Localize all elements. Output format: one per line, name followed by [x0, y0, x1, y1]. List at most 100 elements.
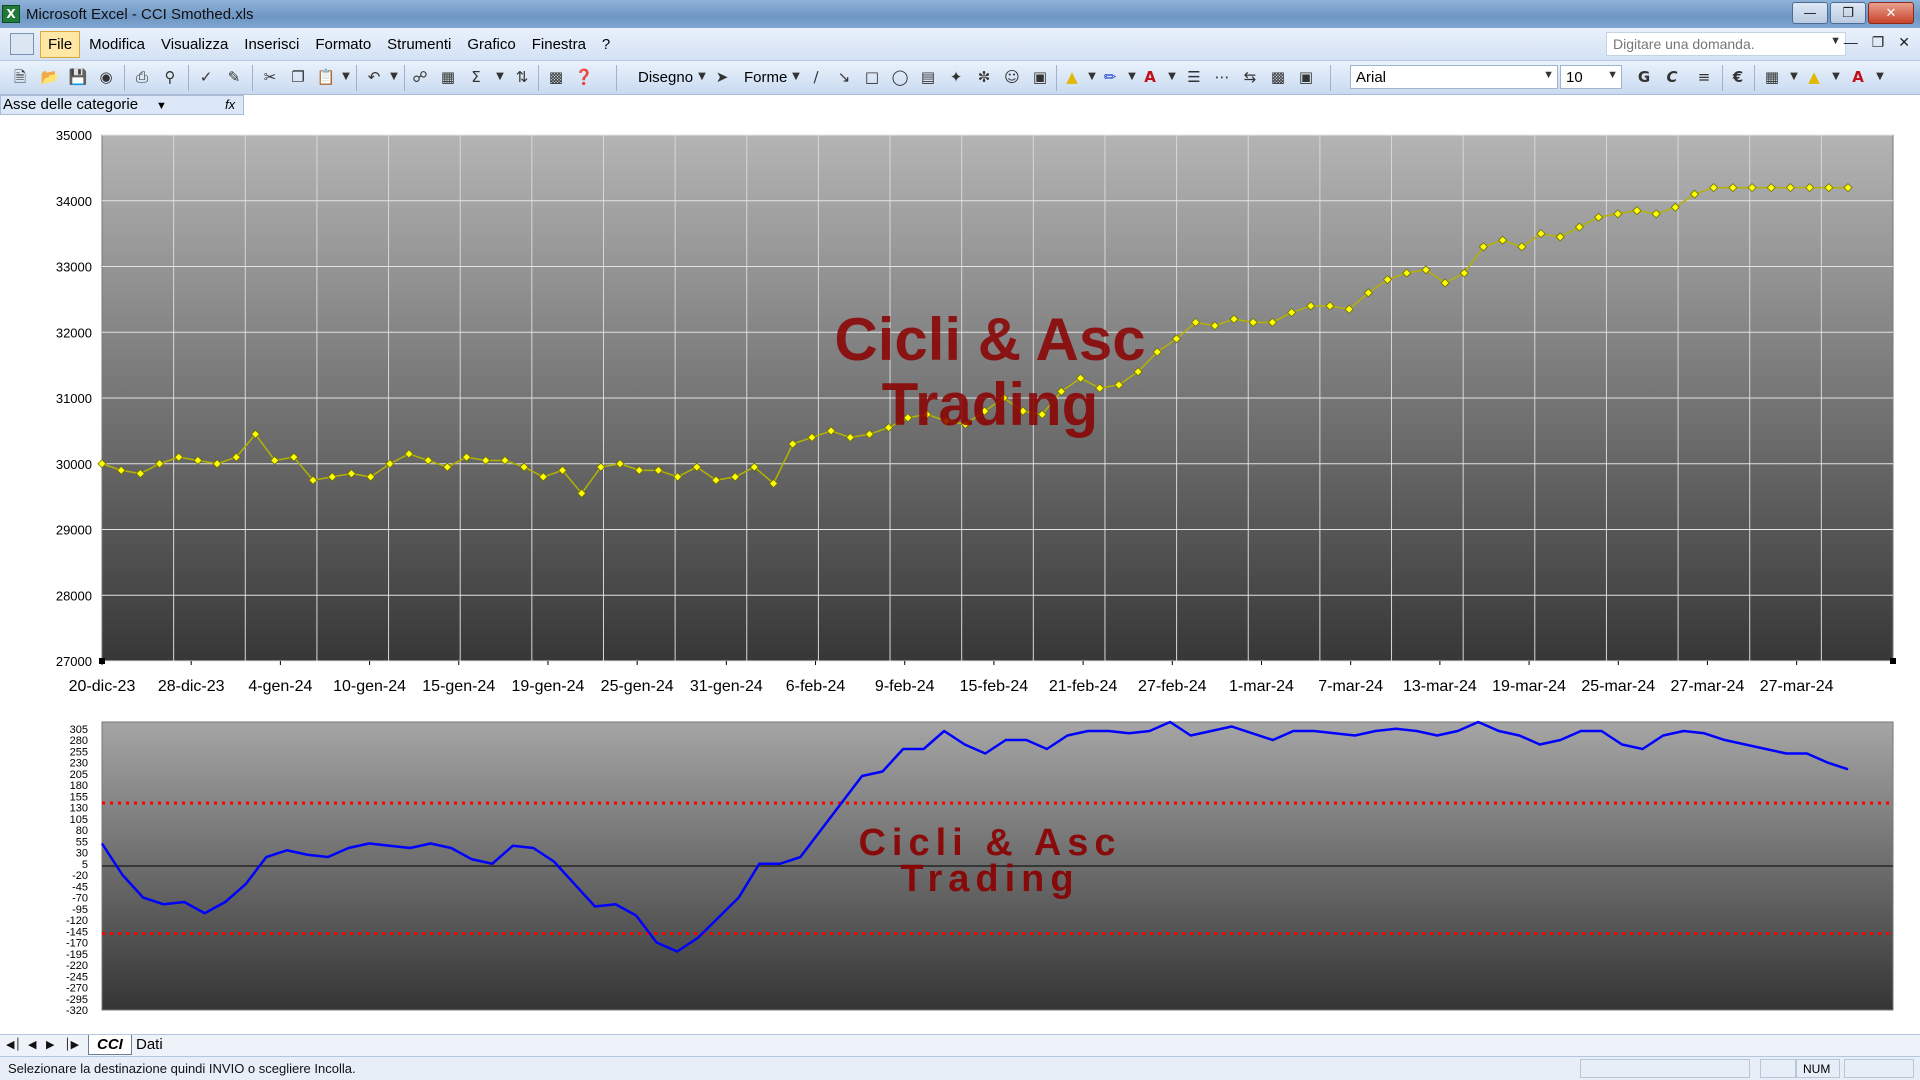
doc-restore-icon[interactable]: ❐: [1872, 34, 1885, 51]
select-pointer-icon[interactable]: ➤: [712, 67, 732, 87]
menu-formato[interactable]: Formato: [308, 32, 378, 57]
align-icon[interactable]: ≡: [1694, 67, 1714, 87]
borders-icon[interactable]: ▦: [1762, 67, 1782, 87]
bold-button[interactable]: G: [1634, 67, 1654, 87]
print-preview-icon[interactable]: ⚲: [160, 67, 180, 87]
y-tick-label: 155: [70, 791, 88, 803]
sheet-tab-cci[interactable]: CCI: [88, 1035, 132, 1055]
rectangle-icon[interactable]: □: [862, 67, 882, 87]
next-sheet-icon[interactable]: ▶: [46, 1038, 54, 1051]
chart-icon[interactable]: ▦: [438, 67, 458, 87]
line-color-icon[interactable]: ✏: [1100, 67, 1120, 87]
italic-button[interactable]: C: [1662, 67, 1682, 87]
permission-icon[interactable]: ◉: [96, 67, 116, 87]
doc-close-icon[interactable]: ✕: [1898, 34, 1910, 51]
chevron-down-icon[interactable]: ▼: [1543, 69, 1554, 81]
fill-color-icon[interactable]: ▲: [1804, 67, 1824, 87]
fill-color-icon[interactable]: ▲: [1062, 67, 1082, 87]
ask-question-input[interactable]: Digitare una domanda. ▼: [1606, 32, 1846, 56]
chevron-down-icon[interactable]: ▼: [1607, 69, 1618, 81]
chart-sheet[interactable]: 35000 34000 33000 32000 31000 30000 29000 28000…: [0, 115, 1920, 1035]
menu-strumenti[interactable]: Strumenti: [380, 32, 458, 57]
last-sheet-icon[interactable]: │▶: [64, 1038, 79, 1051]
help-icon[interactable]: ❓: [574, 67, 594, 87]
first-sheet-icon[interactable]: ◀│: [6, 1038, 21, 1051]
price-chart[interactable]: 35000 34000 33000 32000 31000 30000 29000 28000…: [56, 128, 1896, 695]
doc-minimize-icon[interactable]: —: [1844, 34, 1858, 51]
draw-menu-label[interactable]: Disegno: [638, 69, 693, 86]
chevron-down-icon[interactable]: ▼: [490, 67, 510, 87]
save-icon[interactable]: 💾: [68, 67, 88, 87]
dash-style-icon[interactable]: ⋯: [1212, 67, 1232, 87]
chevron-down-icon[interactable]: ▼: [1826, 67, 1846, 87]
excel-icon[interactable]: X: [2, 5, 20, 23]
chevron-down-icon[interactable]: ▼: [1870, 67, 1890, 87]
menu-inserisci[interactable]: Inserisci: [237, 32, 306, 57]
font-color-icon[interactable]: A: [1848, 67, 1868, 87]
sheet-tab-dati[interactable]: Dati: [128, 1035, 171, 1055]
chevron-down-icon[interactable]: ▼: [336, 67, 356, 87]
research-icon[interactable]: ✎: [224, 67, 244, 87]
y-tick-label: -95: [72, 904, 88, 916]
new-icon[interactable]: 🗎: [10, 67, 30, 87]
restore-icon[interactable]: ❐: [1830, 2, 1866, 24]
menu-finestra[interactable]: Finestra: [525, 32, 593, 57]
hyperlink-icon[interactable]: ☍: [410, 67, 430, 87]
document-icon[interactable]: [10, 33, 34, 55]
shapes-menu-label[interactable]: Forme: [744, 69, 787, 86]
print-icon[interactable]: ⎙: [132, 67, 152, 87]
cci-chart[interactable]: 3052802552302051801551301058055305-20-45…: [66, 720, 1894, 1017]
menu-visualizza[interactable]: Visualizza: [154, 32, 235, 57]
spelling-icon[interactable]: ✓: [196, 67, 216, 87]
line-icon[interactable]: ∕: [806, 67, 826, 87]
menu-help[interactable]: ?: [595, 32, 617, 57]
chevron-down-icon[interactable]: ▼: [156, 97, 167, 115]
line-style-icon[interactable]: ☰: [1184, 67, 1204, 87]
prev-sheet-icon[interactable]: ◀: [28, 1038, 36, 1051]
oval-icon[interactable]: ◯: [890, 67, 910, 87]
copy-icon[interactable]: ❐: [288, 67, 308, 87]
wordart-icon[interactable]: ✦: [946, 67, 966, 87]
menu-file[interactable]: File: [40, 30, 81, 58]
font-color-icon[interactable]: A: [1140, 67, 1160, 87]
autosum-icon[interactable]: Σ: [466, 67, 486, 87]
chart-canvas[interactable]: 35000 34000 33000 32000 31000 30000 29000 28000…: [0, 115, 1920, 1035]
sort-icon[interactable]: ⇅: [512, 67, 532, 87]
textbox-icon[interactable]: ▤: [918, 67, 938, 87]
font-name-select[interactable]: Arial ▼: [1350, 65, 1558, 89]
arrow-style-icon[interactable]: ⇆: [1240, 67, 1260, 87]
x-tick-label: 7-mar-24: [1318, 678, 1383, 695]
chevron-down-icon[interactable]: ▼: [1162, 67, 1182, 87]
chevron-down-icon[interactable]: ▼: [384, 67, 404, 87]
status-cell: [1760, 1059, 1796, 1078]
chart-wizard-icon[interactable]: ▩: [546, 67, 566, 87]
y-tick-label: 280: [70, 735, 88, 747]
chevron-down-icon[interactable]: ▼: [1082, 67, 1102, 87]
open-icon[interactable]: 📂: [40, 67, 60, 87]
font-size-select[interactable]: 10 ▼: [1560, 65, 1622, 89]
close-icon[interactable]: ✕: [1868, 2, 1914, 24]
picture-icon[interactable]: ▣: [1030, 67, 1050, 87]
minimize-icon[interactable]: —: [1792, 2, 1828, 24]
x-tick-label: 27-mar-24: [1760, 678, 1834, 695]
function-icon[interactable]: fx: [225, 96, 235, 114]
chevron-down-icon[interactable]: ▼: [692, 67, 712, 87]
name-box[interactable]: Asse delle categorie ▼ fx: [0, 95, 244, 115]
cut-icon[interactable]: ✂: [260, 67, 280, 87]
3d-icon[interactable]: ▣: [1296, 67, 1316, 87]
undo-icon[interactable]: ↶: [364, 67, 384, 87]
arrow-icon[interactable]: ↘: [834, 67, 854, 87]
paste-icon[interactable]: 📋: [316, 67, 336, 87]
shadow-icon[interactable]: ▩: [1268, 67, 1288, 87]
x-tick-label: 19-mar-24: [1492, 678, 1566, 695]
euro-icon[interactable]: €: [1728, 67, 1748, 87]
menu-modifica[interactable]: Modifica: [82, 32, 152, 57]
y-tick-label: 305: [70, 724, 88, 736]
chevron-down-icon[interactable]: ▼: [1122, 67, 1142, 87]
chevron-down-icon[interactable]: ▼: [1784, 67, 1804, 87]
diagram-icon[interactable]: ✼: [974, 67, 994, 87]
chevron-down-icon[interactable]: ▼: [1830, 35, 1841, 47]
chevron-down-icon[interactable]: ▼: [786, 67, 806, 87]
menu-grafico[interactable]: Grafico: [460, 32, 522, 57]
clipart-icon[interactable]: ☺: [1002, 67, 1022, 87]
